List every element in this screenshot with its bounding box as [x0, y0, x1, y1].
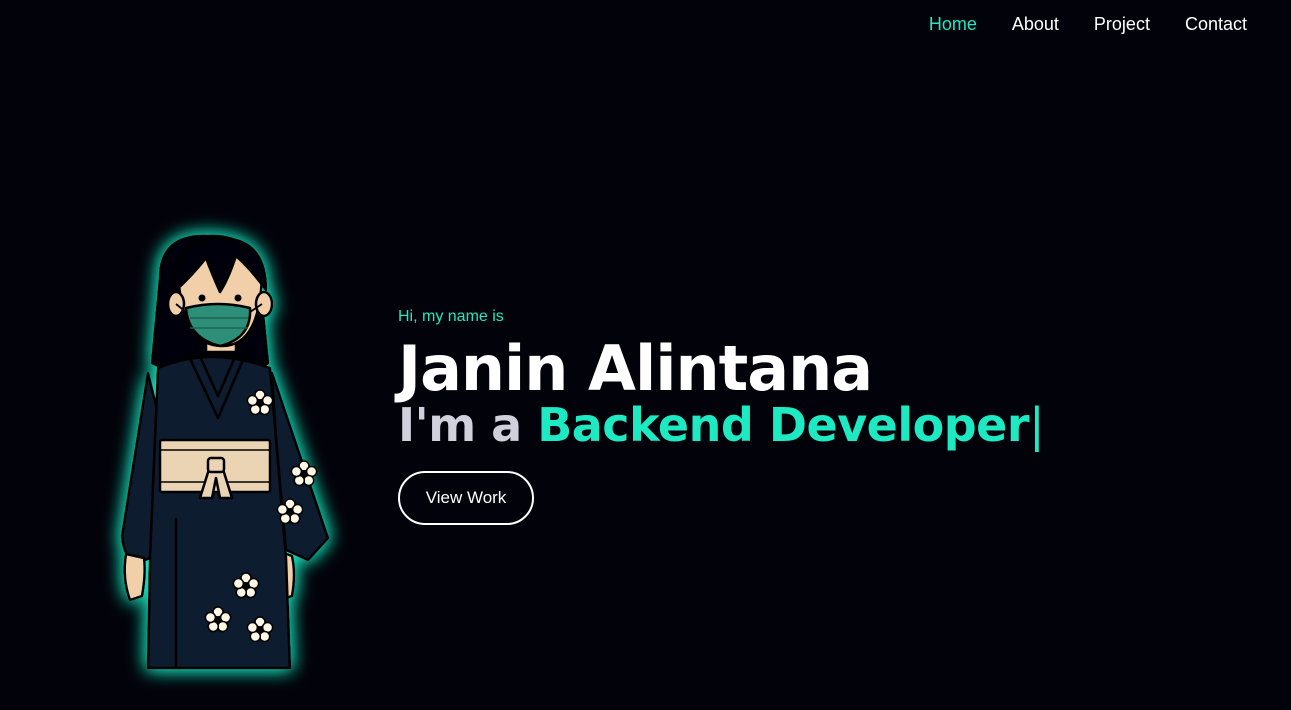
- nav-home-link[interactable]: Home: [929, 12, 977, 36]
- top-nav: Home About Project Contact: [929, 12, 1247, 36]
- page: Home About Project Contact Hi, my name i…: [0, 0, 1291, 710]
- nav-contact-link[interactable]: Contact: [1185, 12, 1247, 36]
- avatar-illustration: [100, 228, 340, 673]
- role-text: Backend Developer: [537, 398, 1030, 452]
- nav-about-link[interactable]: About: [1012, 12, 1059, 36]
- greeting-text: Hi, my name is: [398, 308, 504, 325]
- nav-project-link[interactable]: Project: [1094, 12, 1150, 36]
- kimono-girl-avatar-icon: [120, 234, 330, 670]
- hero-name: Janin Alintana: [398, 332, 873, 405]
- typing-cursor: |: [1029, 398, 1045, 452]
- hero-section: Hi, my name is Janin Alintana I'm a Back…: [398, 306, 1045, 525]
- view-work-button[interactable]: View Work: [398, 471, 534, 525]
- role-line: I'm a Backend Developer|: [398, 398, 1045, 452]
- role-prefix: I'm a: [398, 398, 522, 452]
